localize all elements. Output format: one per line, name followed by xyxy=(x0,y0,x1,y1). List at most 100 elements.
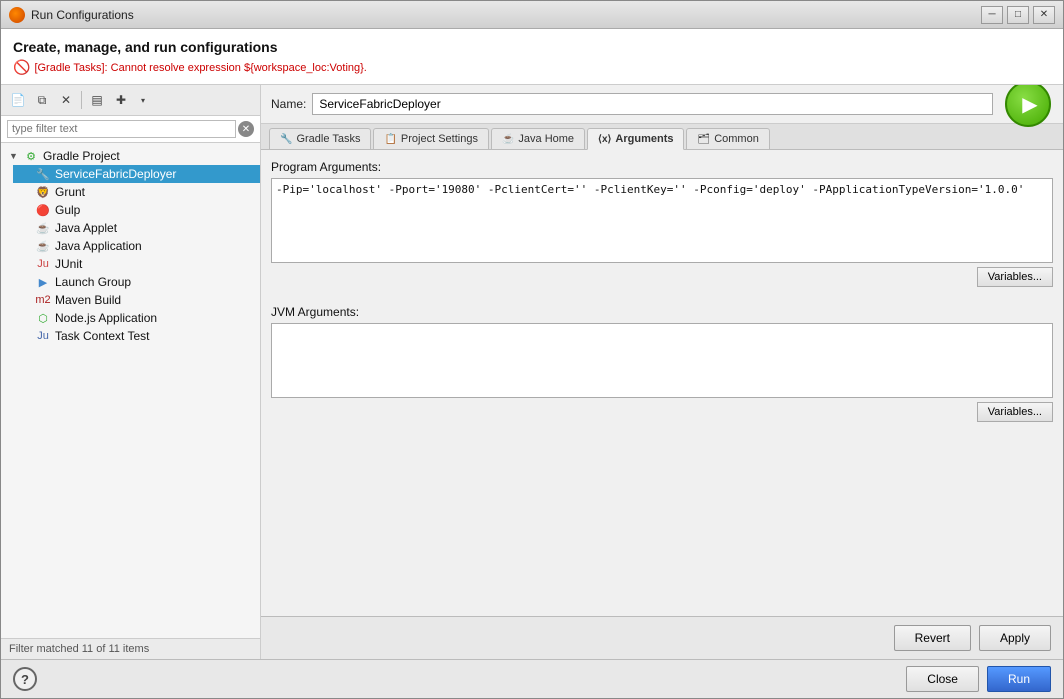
tree-item-maven-label: Maven Build xyxy=(55,293,121,307)
help-button[interactable]: ? xyxy=(13,667,37,691)
tree-item-service-fabric-deployer[interactable]: 🔧 ServiceFabricDeployer xyxy=(13,165,260,183)
add-button[interactable]: ✚ xyxy=(110,89,132,111)
duplicate-config-button[interactable]: ⧉ xyxy=(31,89,53,111)
tree-item-maven-build[interactable]: m2 Maven Build xyxy=(13,291,260,309)
program-args-variables-button[interactable]: Variables... xyxy=(977,267,1053,287)
tree-root-label: Gradle Project xyxy=(43,149,120,163)
tree-item-gulp-label: Gulp xyxy=(55,203,80,217)
tab-common[interactable]: 🗂 Common xyxy=(686,128,769,149)
arguments-tab-label: Arguments xyxy=(615,133,673,145)
filter-icon: ▤ xyxy=(91,93,102,107)
jvm-args-label: JVM Arguments: xyxy=(271,305,1053,319)
dialog-footer: ? Close Run xyxy=(1,659,1063,698)
minimize-button[interactable]: ─ xyxy=(981,6,1003,24)
project-settings-tab-label: Project Settings xyxy=(401,133,478,145)
tree-item-java-app-label: Java Application xyxy=(55,239,142,253)
delete-icon: ✕ xyxy=(61,93,71,107)
gulp-icon: 🔴 xyxy=(35,204,51,217)
tab-java-home[interactable]: ☕ Java Home xyxy=(491,128,585,149)
gradle-project-icon: ⚙ xyxy=(23,150,39,163)
right-panel: Name: ▶ 🔧 Gradle Tasks 📋 Project Setting… xyxy=(261,85,1063,659)
new-config-button[interactable]: 📄 xyxy=(7,89,29,111)
common-tab-icon: 🗂 xyxy=(697,134,710,145)
program-args-label: Program Arguments: xyxy=(271,160,1053,174)
tree-item-grunt[interactable]: 🦁 Grunt xyxy=(13,183,260,201)
tree-item-java-applet[interactable]: ☕ Java Applet xyxy=(13,219,260,237)
filter-clear-button[interactable]: ✕ xyxy=(238,121,254,137)
apply-button[interactable]: Apply xyxy=(979,625,1051,651)
revert-button[interactable]: Revert xyxy=(894,625,971,651)
java-home-tab-icon: ☕ xyxy=(502,134,514,145)
task-icon: Ju xyxy=(35,330,51,342)
sidebar-status: Filter matched 11 of 11 items xyxy=(1,638,260,659)
run-button[interactable]: Run xyxy=(987,666,1051,692)
grunt-icon: 🦁 xyxy=(35,186,51,199)
header-error: 🚫 [Gradle Tasks]: Cannot resolve express… xyxy=(13,59,1051,76)
new-icon: 📄 xyxy=(11,93,26,107)
tab-gradle-tasks[interactable]: 🔧 Gradle Tasks xyxy=(269,128,371,149)
duplicate-icon: ⧉ xyxy=(38,93,47,108)
common-tab-label: Common xyxy=(714,133,759,145)
nodejs-icon: ⬡ xyxy=(35,312,51,325)
close-button[interactable]: Close xyxy=(906,666,979,692)
java-app-icon: ☕ xyxy=(35,240,51,253)
program-args-textarea[interactable] xyxy=(272,179,1052,259)
close-window-button[interactable]: ✕ xyxy=(1033,6,1055,24)
error-message: [Gradle Tasks]: Cannot resolve expressio… xyxy=(34,62,366,74)
tree-item-gulp[interactable]: 🔴 Gulp xyxy=(13,201,260,219)
arguments-tab-icon: ⟨x⟩ xyxy=(598,134,611,145)
name-input[interactable] xyxy=(312,93,993,115)
tree-children: 🔧 ServiceFabricDeployer 🦁 Grunt 🔴 Gulp xyxy=(1,165,260,345)
tree-item-launch-label: Launch Group xyxy=(55,275,131,289)
tree-area: ▼ ⚙ Gradle Project 🔧 ServiceFabricDeploy… xyxy=(1,143,260,638)
tree-root-gradle-project[interactable]: ▼ ⚙ Gradle Project xyxy=(1,147,260,165)
more-button[interactable]: ▾ xyxy=(134,89,152,111)
java-applet-icon: ☕ xyxy=(35,222,51,235)
sidebar: 📄 ⧉ ✕ ▤ ✚ ▾ ✕ xyxy=(1,85,261,659)
junit-icon: Ju xyxy=(35,258,51,270)
java-home-tab-label: Java Home xyxy=(518,133,574,145)
delete-config-button[interactable]: ✕ xyxy=(55,89,77,111)
launch-group-icon: ▶ xyxy=(35,276,51,289)
tree-item-java-applet-label: Java Applet xyxy=(55,221,117,235)
jvm-args-textarea[interactable] xyxy=(272,324,1052,394)
run-play-icon: ▶ xyxy=(1022,92,1037,117)
window-icon xyxy=(9,7,25,23)
add-icon: ✚ xyxy=(116,93,126,107)
expand-arrow: ▼ xyxy=(9,151,19,161)
gradle-tasks-tab-label: Gradle Tasks xyxy=(296,133,360,145)
main-area: 📄 ⧉ ✕ ▤ ✚ ▾ ✕ xyxy=(1,85,1063,659)
header-title: Create, manage, and run configurations xyxy=(13,39,1051,55)
tree-item-junit-label: JUnit xyxy=(55,257,82,271)
tree-item-grunt-label: Grunt xyxy=(55,185,85,199)
run-big-button[interactable]: ▶ xyxy=(1005,85,1051,127)
filter-button[interactable]: ▤ xyxy=(86,89,108,111)
jvm-args-container xyxy=(271,323,1053,398)
tab-arguments[interactable]: ⟨x⟩ Arguments xyxy=(587,128,684,150)
project-settings-tab-icon: 📋 xyxy=(384,134,396,145)
gradle-tasks-tab-icon: 🔧 xyxy=(280,134,292,145)
name-row: Name: ▶ xyxy=(261,85,1063,124)
tree-item-task-context-test[interactable]: Ju Task Context Test xyxy=(13,327,260,345)
sidebar-toolbar: 📄 ⧉ ✕ ▤ ✚ ▾ xyxy=(1,85,260,116)
arguments-content: Program Arguments: Variables... JVM Argu… xyxy=(261,150,1063,616)
tabs-row: 🔧 Gradle Tasks 📋 Project Settings ☕ Java… xyxy=(261,124,1063,150)
dialog-title: Run Configurations xyxy=(31,8,134,22)
bottom-action-bar: Revert Apply xyxy=(261,616,1063,659)
title-bar-controls: ─ □ ✕ xyxy=(981,6,1055,24)
toolbar-separator-1 xyxy=(81,91,82,109)
tree-item-junit[interactable]: Ju JUnit xyxy=(13,255,260,273)
tree-item-java-application[interactable]: ☕ Java Application xyxy=(13,237,260,255)
footer-right-buttons: Close Run xyxy=(906,666,1051,692)
tree-item-label: ServiceFabricDeployer xyxy=(55,167,176,181)
tree-item-launch-group[interactable]: ▶ Launch Group xyxy=(13,273,260,291)
tab-project-settings[interactable]: 📋 Project Settings xyxy=(373,128,489,149)
jvm-args-variables-button[interactable]: Variables... xyxy=(977,402,1053,422)
name-label: Name: xyxy=(271,97,306,111)
header-area: Create, manage, and run configurations 🚫… xyxy=(1,29,1063,85)
title-bar-left: Run Configurations xyxy=(9,7,134,23)
tree-item-nodejs[interactable]: ⬡ Node.js Application xyxy=(13,309,260,327)
maximize-button[interactable]: □ xyxy=(1007,6,1029,24)
maven-icon: m2 xyxy=(35,294,51,306)
filter-input[interactable] xyxy=(7,120,236,138)
